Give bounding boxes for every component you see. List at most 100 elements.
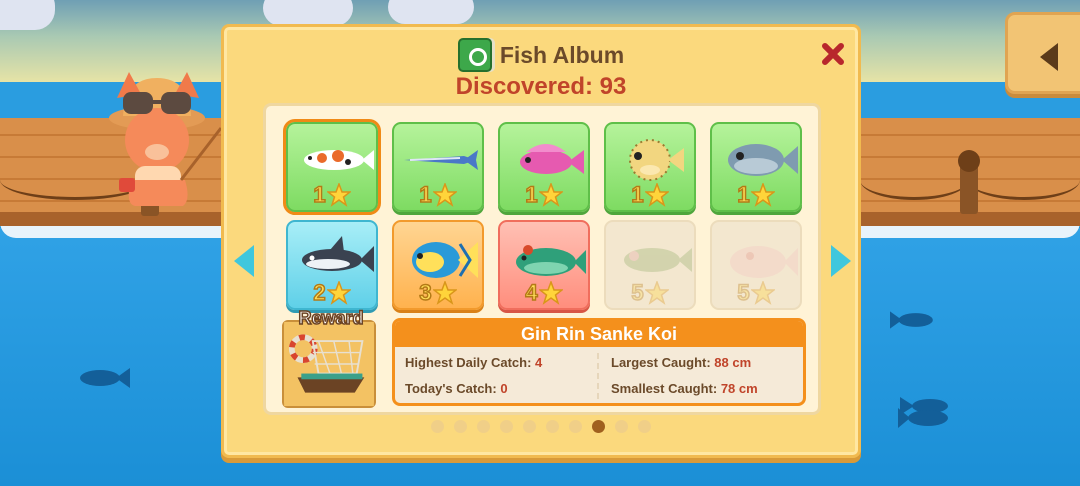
page-dot[interactable] — [638, 420, 651, 433]
star-rating: 5 — [606, 279, 694, 306]
fish-silhouette — [890, 311, 933, 329]
star-rating: 1 — [606, 181, 694, 208]
star-icon — [644, 183, 669, 207]
fish-album-panel: Fish Album Discovered: 93 1 1 1 1 1 2 3 4 5 5 Rew… — [221, 24, 861, 458]
star-rating: 1 — [394, 181, 482, 208]
shark-fish-icon — [302, 236, 374, 272]
needlefish-fish-icon — [404, 150, 478, 170]
stat-value: 78 cm — [720, 381, 758, 396]
page-dot[interactable] — [454, 420, 467, 433]
album-header: Fish Album — [224, 37, 858, 73]
white-fish-fish-icon — [730, 246, 798, 278]
reward-button[interactable]: Reward — [282, 307, 376, 408]
rope — [860, 160, 968, 200]
dock-edge — [860, 212, 1080, 226]
star-rating: 1 — [500, 181, 588, 208]
close-x-icon[interactable] — [820, 41, 846, 67]
discovered-count: Discovered: 93 — [455, 73, 627, 100]
largest-caught: Largest Caught: 88 cm — [611, 355, 751, 370]
todays-catch: Today's Catch: 0 — [405, 381, 508, 396]
star-count: 3 — [419, 279, 433, 306]
page-dot[interactable] — [477, 420, 490, 433]
star-count: 1 — [313, 181, 327, 208]
star-icon — [326, 183, 351, 207]
star-rating: 4 — [500, 279, 588, 306]
dock-edge — [0, 212, 225, 226]
star-rating: 2 — [288, 279, 376, 306]
page-dot[interactable] — [569, 420, 582, 433]
star-count: 1 — [631, 181, 645, 208]
fish-stats: Highest Daily Catch: 4 Today's Catch: 0 … — [395, 347, 803, 403]
reward-boat-icon — [284, 322, 374, 406]
fish-card-shark[interactable]: 2 — [286, 220, 378, 310]
fish-card-pink-fish[interactable]: 1 — [498, 122, 590, 212]
stats-divider — [597, 353, 599, 399]
album-title: Fish Album — [499, 41, 625, 68]
star-count: 4 — [525, 279, 539, 306]
stat-value: 4 — [535, 355, 543, 370]
page-dot[interactable] — [431, 420, 444, 433]
fish-card-needlefish[interactable]: 1 — [392, 122, 484, 212]
star-rating: 1 — [288, 181, 376, 208]
page-dot[interactable] — [500, 420, 513, 433]
fox-fisher-character — [109, 72, 223, 206]
star-count: 2 — [313, 279, 327, 306]
star-icon — [644, 281, 669, 305]
page-dot[interactable] — [546, 420, 559, 433]
pufferfish-fish-icon — [629, 139, 684, 181]
fish-info-panel: Gin Rin Sanke Koi Highest Daily Catch: 4… — [392, 318, 806, 406]
green-fish-fish-icon — [516, 245, 586, 276]
star-icon — [432, 183, 457, 207]
page-dot[interactable] — [592, 420, 605, 433]
star-icon — [750, 183, 775, 207]
fish-silhouette — [898, 397, 948, 428]
highest-daily-catch: Highest Daily Catch: 4 — [405, 355, 542, 370]
star-count: 1 — [737, 181, 751, 208]
star-icon — [538, 281, 563, 305]
smallest-caught: Smallest Caught: 78 cm — [611, 381, 758, 396]
page-indicator — [224, 420, 858, 433]
fish-silhouette — [80, 368, 130, 388]
koi-fish-icon — [304, 150, 374, 170]
cloud — [388, 0, 474, 24]
fish-card-grey-fish[interactable]: 1 — [710, 122, 802, 212]
cloud — [263, 0, 353, 26]
angelfish-fish-icon — [412, 242, 478, 278]
stat-label: Largest Caught: — [611, 355, 711, 370]
left-arrow-icon — [1040, 43, 1058, 71]
star-count: 5 — [737, 279, 751, 306]
stat-value: 0 — [500, 381, 508, 396]
star-rating: 1 — [712, 181, 800, 208]
star-rating: 3 — [394, 279, 482, 306]
fish-card-white-fish[interactable]: 5 — [710, 220, 802, 310]
star-count: 1 — [419, 181, 433, 208]
star-rating: 5 — [712, 279, 800, 306]
fish-card-bass[interactable]: 5 — [604, 220, 696, 310]
reward-label: Reward — [298, 307, 365, 329]
star-icon — [432, 281, 457, 305]
dock-post-top — [958, 150, 980, 172]
star-icon — [326, 281, 351, 305]
bass-fish-icon — [624, 248, 692, 272]
rope — [968, 160, 1080, 200]
side-menu-tab[interactable] — [1005, 12, 1080, 94]
page-dot[interactable] — [523, 420, 536, 433]
star-icon — [750, 281, 775, 305]
stat-label: Today's Catch: — [405, 381, 497, 396]
fish-card-angelfish[interactable]: 3 — [392, 220, 484, 310]
fish-card-koi[interactable]: 1 — [283, 119, 381, 215]
page-dot[interactable] — [615, 420, 628, 433]
cloud — [0, 0, 55, 30]
album-book-icon — [457, 38, 492, 72]
fish-card-pufferfish[interactable]: 1 — [604, 122, 696, 212]
prev-page-arrow-icon[interactable] — [234, 245, 254, 277]
next-page-arrow-icon[interactable] — [831, 245, 851, 277]
album-grid-area: 1 1 1 1 1 2 3 4 5 5 Reward Gin Rin Sanke Koi High… — [263, 103, 821, 415]
fish-name: Gin Rin Sanke Koi — [395, 321, 803, 347]
stat-label: Highest Daily Catch: — [405, 355, 532, 370]
stat-value: 88 cm — [714, 355, 752, 370]
fish-card-green-fish[interactable]: 4 — [498, 220, 590, 310]
pink-fish-fish-icon — [520, 144, 584, 174]
star-count: 5 — [631, 279, 645, 306]
grey-fish-fish-icon — [728, 144, 798, 176]
